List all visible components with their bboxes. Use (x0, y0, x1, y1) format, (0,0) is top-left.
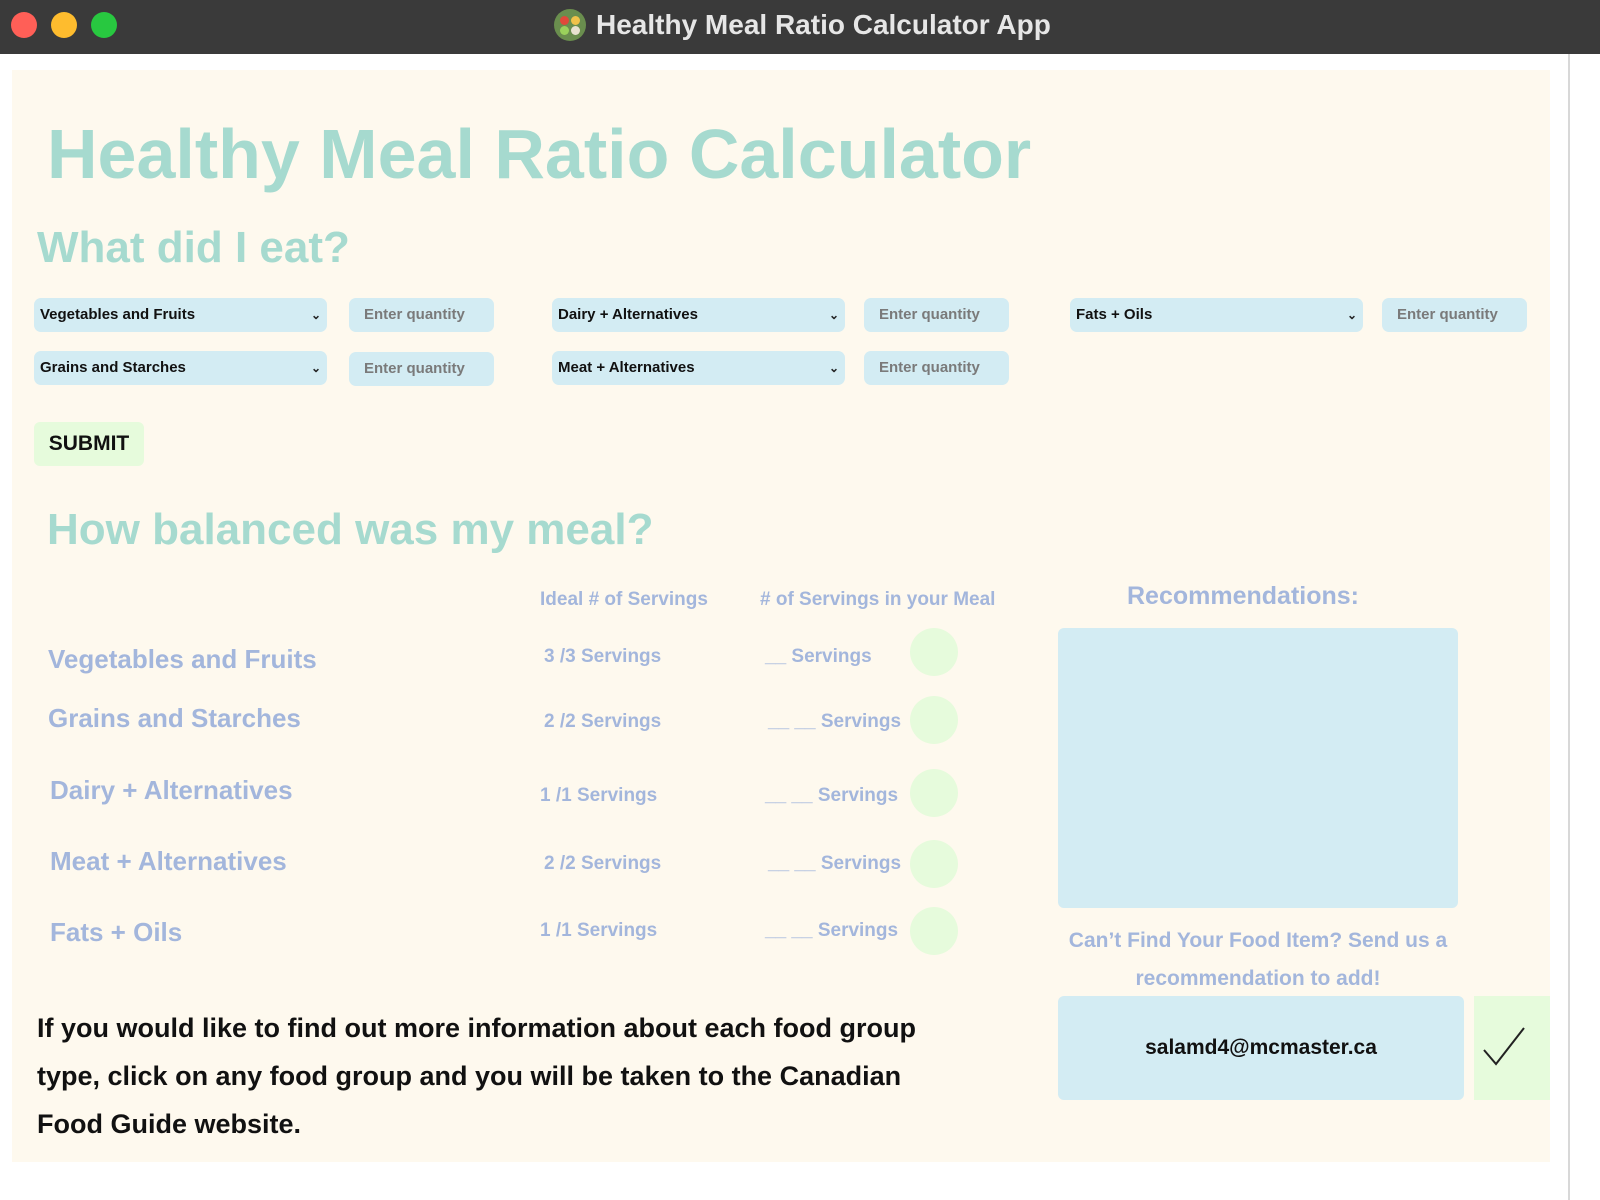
food-group-select-4[interactable]: Grains and Starches ⌄ (34, 351, 327, 385)
meal-servings: __ __ Servings (768, 711, 902, 732)
ideal-servings: 2 /2 Servings (544, 853, 662, 874)
chevron-down-icon: ⌄ (1346, 308, 1357, 322)
food-group-select-2[interactable]: Dairy + Alternatives ⌄ (552, 298, 845, 332)
meal-servings: __ __ Servings (765, 785, 899, 806)
section-title-input: What did I eat? (37, 223, 350, 272)
chevron-down-icon: ⌄ (828, 361, 839, 375)
chevron-down-icon: ⌄ (310, 361, 321, 375)
status-indicator (910, 907, 958, 955)
ideal-servings: 3 /3 Servings (544, 646, 662, 667)
quantity-input-2[interactable]: Enter quantity (864, 298, 1009, 332)
meal-servings: __ Servings (765, 646, 872, 667)
food-group-link-fats[interactable]: Fats + Oils (50, 917, 182, 948)
column-header-meal: # of Servings in your Meal (760, 589, 996, 610)
food-group-select-1[interactable]: Vegetables and Fruits ⌄ (34, 298, 327, 332)
suggest-prompt: Can’t Find Your Food Item? Send us a rec… (1068, 929, 1448, 990)
window-title: Healthy Meal Ratio Calculator App (596, 9, 1051, 40)
send-button[interactable] (1474, 996, 1550, 1100)
app-icon (554, 9, 586, 41)
status-indicator (910, 628, 958, 676)
food-group-link-vegetables[interactable]: Vegetables and Fruits (48, 644, 317, 675)
meal-servings: __ __ Servings (765, 920, 899, 941)
email-field[interactable]: salamd4@mcmaster.ca (1058, 996, 1464, 1100)
quantity-input-1[interactable]: Enter quantity (349, 298, 494, 332)
food-group-link-meat[interactable]: Meat + Alternatives (50, 846, 287, 877)
food-group-link-dairy[interactable]: Dairy + Alternatives (50, 775, 293, 806)
status-indicator (910, 696, 958, 744)
info-text: If you would like to find out more infor… (37, 1013, 916, 1139)
ideal-servings: 1 /1 Servings (540, 785, 658, 806)
food-group-select-3[interactable]: Fats + Oils ⌄ (1070, 298, 1363, 332)
quantity-input-3[interactable]: Enter quantity (1382, 298, 1527, 332)
status-indicator (910, 769, 958, 817)
section-title-results: How balanced was my meal? (47, 505, 654, 554)
close-window-button[interactable] (11, 12, 37, 38)
checkmark-icon (1483, 1027, 1525, 1066)
recommendations-box (1058, 628, 1458, 908)
column-header-ideal: Ideal # of Servings (540, 589, 708, 610)
food-group-link-grains[interactable]: Grains and Starches (48, 703, 301, 734)
page-title: Healthy Meal Ratio Calculator (47, 115, 1032, 193)
meal-servings: __ __ Servings (768, 853, 902, 874)
minimize-window-button[interactable] (51, 12, 77, 38)
recommendations-title: Recommendations: (1127, 582, 1359, 610)
window-titlebar: Healthy Meal Ratio Calculator App (0, 0, 1600, 54)
chevron-down-icon: ⌄ (828, 308, 839, 322)
food-group-select-5[interactable]: Meat + Alternatives ⌄ (552, 351, 845, 385)
ideal-servings: 2 /2 Servings (544, 711, 662, 732)
submit-button[interactable]: SUBMIT (34, 422, 144, 466)
chevron-down-icon: ⌄ (310, 308, 321, 322)
zoom-window-button[interactable] (91, 12, 117, 38)
quantity-input-5[interactable]: Enter quantity (864, 351, 1009, 385)
window-edge (1568, 54, 1570, 1200)
quantity-input-4[interactable]: Enter quantity (349, 352, 494, 386)
ideal-servings: 1 /1 Servings (540, 920, 658, 941)
status-indicator (910, 840, 958, 888)
